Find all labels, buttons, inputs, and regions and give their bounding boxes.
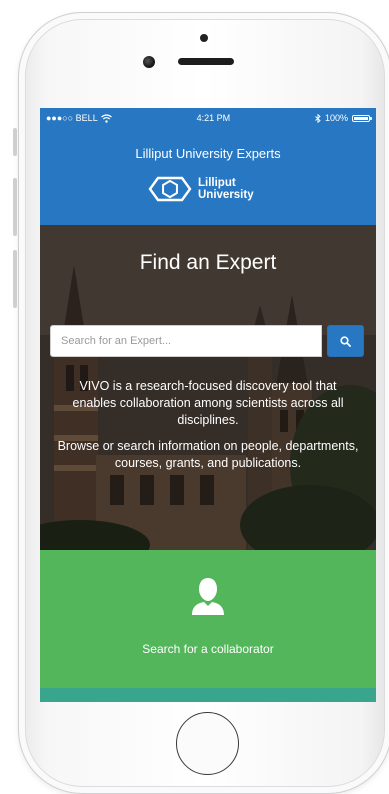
header-title: Lilliput University Experts	[135, 146, 281, 161]
expert-search-input[interactable]	[50, 325, 322, 357]
cta-label: Search for a collaborator	[142, 642, 274, 656]
person-icon	[192, 578, 224, 615]
home-button[interactable]	[176, 712, 239, 775]
front-camera	[143, 56, 155, 68]
logo-line-1: Lilliput	[198, 177, 236, 189]
search-collaborator-button[interactable]: Search for a collaborator	[40, 550, 376, 688]
university-logo[interactable]: Lilliput University	[148, 174, 254, 204]
carrier-label: ●●●○○ BELL	[46, 113, 98, 123]
proximity-sensor	[200, 34, 208, 42]
mute-switch	[13, 128, 17, 156]
hero-section: Find an Expert VIVO is a research-focuse…	[40, 225, 376, 550]
wifi-icon	[100, 113, 112, 123]
hero-title: Find an Expert	[139, 251, 277, 274]
volume-down-button	[13, 250, 17, 308]
search-icon	[340, 335, 351, 347]
next-section-strip	[40, 688, 376, 702]
volume-up-button	[13, 178, 17, 236]
intro-paragraph: VIVO is a research-focused discovery too…	[72, 379, 344, 427]
app-header: Lilliput University Experts Lilliput Uni…	[40, 128, 376, 225]
search-button[interactable]	[327, 325, 364, 357]
browse-paragraph: Browse or search information on people, …	[57, 439, 359, 470]
earpiece-speaker	[178, 58, 234, 65]
battery-icon	[351, 114, 372, 122]
logo-emblem-icon	[148, 176, 192, 202]
battery-percent: 100%	[324, 113, 348, 123]
status-bar: ●●●○○ BELL 4:21 PM 100%	[40, 108, 376, 128]
bluetooth-icon	[315, 113, 321, 123]
logo-line-2: University	[198, 189, 254, 201]
phone-screen: ●●●○○ BELL 4:21 PM 100% Lilliput Univers…	[40, 108, 376, 702]
status-time: 4:21 PM	[196, 113, 231, 123]
